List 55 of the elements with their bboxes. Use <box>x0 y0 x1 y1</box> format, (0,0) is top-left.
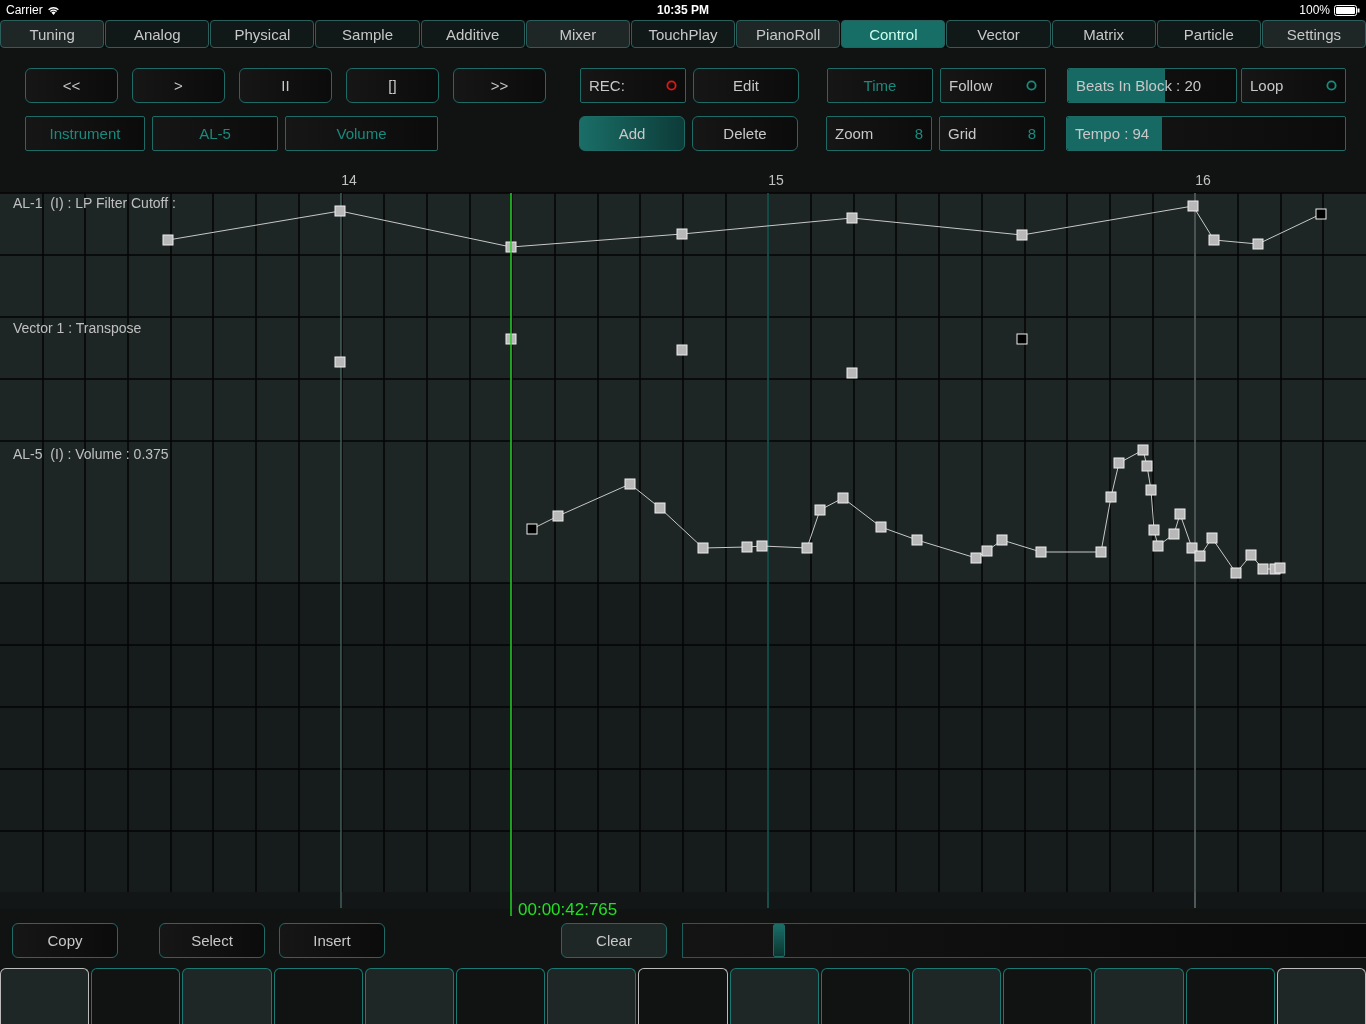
tab[interactable]: Physical <box>210 20 315 48</box>
tab[interactable]: PianoRoll <box>736 20 841 48</box>
pad[interactable] <box>1276 968 1366 1024</box>
tab[interactable]: Control <box>841 20 946 48</box>
tool-button[interactable]: Copy <box>12 923 118 958</box>
tool-button[interactable]: Select <box>159 923 265 958</box>
ruler-label: 16 <box>1195 172 1211 188</box>
transport-button[interactable]: >> <box>453 68 546 103</box>
selector-button[interactable]: AL-5 <box>152 116 278 151</box>
clock-label: 10:35 PM <box>657 3 709 17</box>
transport-button[interactable]: << <box>25 68 118 103</box>
tab[interactable]: Sample <box>315 20 420 48</box>
wifi-icon <box>46 5 60 15</box>
ruler-label: 14 <box>341 172 357 188</box>
automation-curve-drawing[interactable] <box>334 333 1028 379</box>
transport-button[interactable]: II <box>239 68 332 103</box>
tab[interactable]: Analog <box>105 20 210 48</box>
transport-button[interactable]: > <box>132 68 225 103</box>
toggle-button[interactable]: Follow <box>940 68 1046 103</box>
selector-button[interactable]: Volume <box>285 116 438 151</box>
lane-label: AL-1 (I) : LP Filter Cutoff : <box>13 195 176 211</box>
lane-label: AL-5 (I) : Volume : 0.375 <box>13 446 169 462</box>
tab[interactable]: Tuning <box>0 20 105 48</box>
slider-thumb[interactable] <box>772 924 785 957</box>
slider[interactable]: Beats In Block : 20 <box>1067 68 1237 103</box>
toggle-button[interactable]: Loop <box>1241 68 1346 103</box>
tab[interactable]: TouchPlay <box>630 20 736 48</box>
battery-icon <box>1334 4 1360 16</box>
stepper-button[interactable]: Grid 8 <box>939 116 1045 151</box>
selector-button[interactable]: Time <box>827 68 933 103</box>
automation-curve-drawing[interactable] <box>526 444 1286 579</box>
action-button[interactable]: Add <box>579 116 685 151</box>
pad[interactable] <box>0 968 90 1024</box>
action-button[interactable]: Delete <box>692 116 798 151</box>
pad[interactable] <box>638 968 728 1024</box>
tool-button[interactable]: Insert <box>279 923 385 958</box>
tab[interactable]: Matrix <box>1051 20 1156 48</box>
position-slider[interactable] <box>682 923 1366 958</box>
tool-button[interactable]: Clear <box>561 923 667 958</box>
tab[interactable]: Mixer <box>525 20 630 48</box>
tab[interactable]: Vector <box>946 20 1051 48</box>
slider[interactable]: Tempo : 94 <box>1066 116 1346 151</box>
ruler-label: 15 <box>768 172 784 188</box>
lane-label: Vector 1 : Transpose <box>13 320 142 336</box>
selector-button[interactable]: Instrument <box>25 116 145 151</box>
battery-label: 100% <box>1299 3 1330 17</box>
stepper-button[interactable]: Zoom 8 <box>826 116 932 151</box>
tab[interactable]: Settings <box>1261 20 1366 48</box>
action-button[interactable]: Edit <box>693 68 799 103</box>
carrier-label: Carrier <box>6 3 43 17</box>
toggle-button[interactable]: REC: <box>580 68 686 103</box>
tab[interactable]: Particle <box>1156 20 1261 48</box>
tab[interactable]: Additive <box>420 20 525 48</box>
transport-button[interactable]: [] <box>346 68 439 103</box>
playhead-time: 00:00:42:765 <box>518 900 618 918</box>
